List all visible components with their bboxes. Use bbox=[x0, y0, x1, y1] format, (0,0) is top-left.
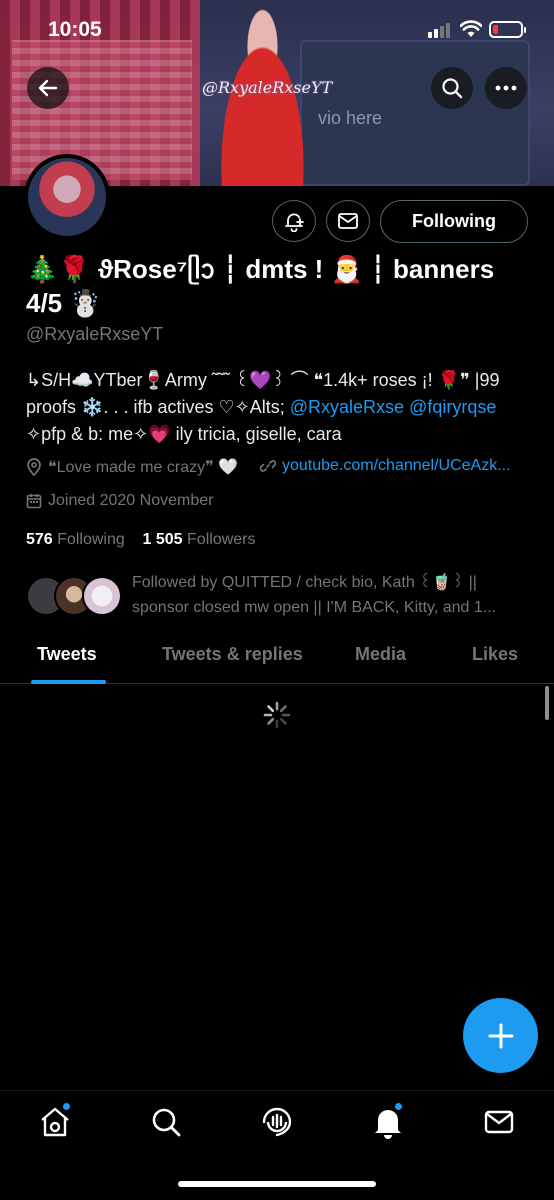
back-button[interactable] bbox=[27, 67, 69, 109]
profile-joined: Joined 2020 November bbox=[26, 492, 213, 510]
profile-location: ❝Love made me crazy❞ 🤍 bbox=[26, 457, 238, 477]
profile-tabs: Tweets Tweets & replies Media Likes bbox=[0, 636, 554, 684]
home-icon[interactable] bbox=[38, 1105, 72, 1139]
notifications-icon[interactable] bbox=[371, 1105, 405, 1139]
messages-icon[interactable] bbox=[482, 1105, 516, 1139]
following-count-link[interactable]: 576 Following bbox=[26, 531, 125, 548]
banner-pattern bbox=[12, 40, 192, 180]
follow-counts: 576 Following 1 505 Followers bbox=[26, 531, 256, 549]
search-button[interactable] bbox=[431, 67, 473, 109]
following-count: 576 bbox=[26, 531, 53, 548]
envelope-icon bbox=[338, 213, 358, 229]
signal-icon bbox=[428, 22, 454, 38]
avatar[interactable] bbox=[24, 154, 110, 240]
notify-button[interactable] bbox=[272, 200, 316, 242]
battery-icon bbox=[489, 21, 526, 38]
link-icon bbox=[260, 460, 276, 472]
followers-label: Followers bbox=[187, 531, 256, 548]
followers-count: 1 505 bbox=[142, 531, 183, 548]
compose-tweet-button[interactable] bbox=[463, 998, 538, 1073]
bio-mention[interactable]: @fqiryrqse bbox=[409, 397, 496, 417]
home-notification-dot bbox=[63, 1103, 70, 1110]
followers-count-link[interactable]: 1 505 Followers bbox=[143, 531, 256, 548]
location-text: ❝Love made me crazy❞ 🤍 bbox=[48, 459, 239, 476]
notifications-dot bbox=[395, 1103, 402, 1110]
tab-media[interactable]: Media bbox=[355, 644, 406, 665]
banner-screen-text: vio here bbox=[318, 108, 383, 128]
wifi-icon bbox=[460, 20, 482, 37]
bio: ↳S/H☁️YTber🍷Army ˜˜˜ ꒰💜꒱ ⌒ ❝1.4k+ roses … bbox=[26, 367, 536, 448]
search-icon bbox=[442, 78, 463, 99]
arrow-left-icon bbox=[38, 79, 58, 97]
tab-tweets-replies[interactable]: Tweets & replies bbox=[162, 644, 303, 665]
profile-website[interactable]: youtube.com/channel/UCeAzk... bbox=[260, 457, 511, 475]
followed-by-text: Followed by QUITTED / check bio, Kath ꒰🧋… bbox=[132, 574, 497, 616]
home-indicator[interactable] bbox=[178, 1181, 376, 1187]
spaces-icon[interactable] bbox=[260, 1105, 294, 1139]
plus-icon bbox=[488, 1023, 513, 1048]
following-button[interactable]: Following bbox=[380, 200, 528, 243]
calendar-icon bbox=[26, 494, 42, 509]
bio-text: ✧pfp & b: me✧💗 ily tricia, giselle, cara bbox=[26, 424, 342, 444]
scrollbar[interactable] bbox=[545, 686, 549, 720]
status-bar: 10:05 bbox=[0, 0, 554, 60]
more-button[interactable] bbox=[485, 67, 527, 109]
tab-tweets[interactable]: Tweets bbox=[37, 644, 97, 665]
website-link[interactable]: youtube.com/channel/UCeAzk... bbox=[282, 457, 511, 475]
bio-mention[interactable]: @RxyaleRxse bbox=[290, 397, 404, 417]
status-time: 10:05 bbox=[48, 18, 102, 41]
banner-watermark: @RxyaleRxseYT bbox=[202, 78, 333, 97]
active-tab-indicator bbox=[31, 680, 106, 684]
follower-avatar bbox=[82, 576, 122, 616]
message-button[interactable] bbox=[326, 200, 370, 242]
user-handle: @RxyaleRxseYT bbox=[26, 324, 164, 344]
tab-likes[interactable]: Likes bbox=[472, 644, 518, 665]
search-icon[interactable] bbox=[149, 1105, 183, 1139]
more-icon bbox=[495, 85, 517, 91]
loading-spinner-icon bbox=[263, 701, 291, 729]
following-label: Following bbox=[57, 531, 125, 548]
bell-plus-icon bbox=[285, 213, 304, 232]
display-name: 🎄🌹 ϑRose⁷ᥫᩣ ┆ dmts ! 🎅 ┆ banners 4/5 ☃️ bbox=[26, 254, 495, 318]
followed-by[interactable]: Followed by QUITTED / check bio, Kath ꒰🧋… bbox=[26, 570, 536, 620]
location-pin-icon bbox=[27, 458, 41, 476]
joined-text: Joined 2020 November bbox=[48, 492, 214, 509]
